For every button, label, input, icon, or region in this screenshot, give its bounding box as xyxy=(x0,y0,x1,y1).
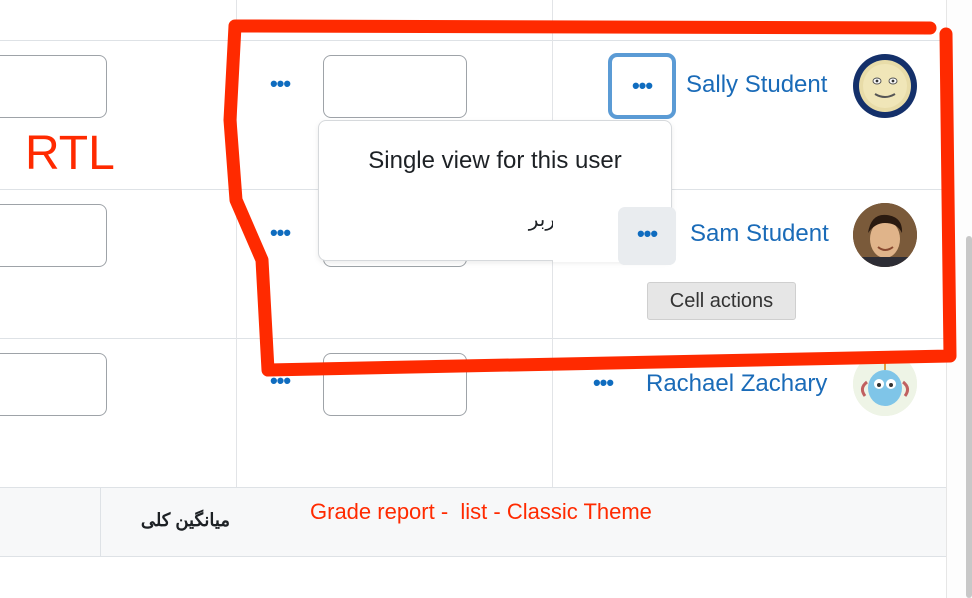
highlight-outline xyxy=(223,19,957,377)
